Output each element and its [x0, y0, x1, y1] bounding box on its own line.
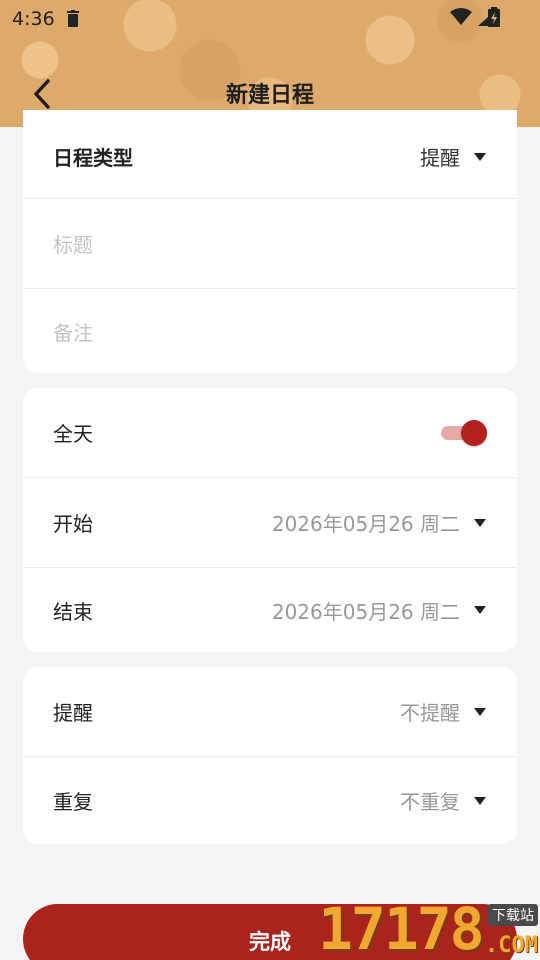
all-day-toggle[interactable]: [441, 419, 487, 446]
note-row[interactable]: 备注: [23, 289, 517, 373]
end-date-value: 2026年05月26 周二: [271, 599, 460, 624]
start-date-select[interactable]: 2026年05月26 周二: [272, 508, 487, 537]
start-label: 开始: [53, 512, 93, 536]
caret-down-icon: [474, 152, 486, 161]
note-input[interactable]: 备注: [53, 317, 93, 346]
reminder-label: 提醒: [53, 701, 93, 725]
repeat-label: 重复: [53, 790, 93, 814]
repeat-value: 不重复: [400, 790, 460, 814]
caret-down-icon: [474, 518, 486, 527]
repeat-select[interactable]: 不重复: [400, 786, 487, 815]
schedule-type-row[interactable]: 日程类型 提醒: [23, 110, 517, 199]
end-label: 结束: [53, 599, 93, 624]
reminder-select[interactable]: 不提醒: [400, 697, 487, 726]
caret-down-icon: [474, 707, 486, 716]
card-options: 提醒 不提醒 重复 不重复: [23, 667, 517, 844]
all-day-row[interactable]: 全天: [23, 388, 517, 478]
schedule-type-select[interactable]: 提醒: [420, 142, 487, 171]
schedule-type-value: 提醒: [420, 146, 460, 170]
schedule-type-label: 日程类型: [53, 146, 133, 170]
wifi-icon: [450, 8, 472, 25]
all-day-label: 全天: [53, 422, 93, 446]
battery-icon: [488, 7, 500, 27]
reminder-value: 不提醒: [400, 701, 460, 725]
reminder-row[interactable]: 提醒 不提醒: [23, 667, 517, 757]
start-date-value: 2026年05月26 周二: [271, 512, 460, 536]
done-button[interactable]: 完成: [23, 904, 517, 960]
caret-down-icon: [474, 796, 486, 805]
repeat-row[interactable]: 重复 不重复: [23, 757, 517, 844]
end-row[interactable]: 结束 2026年05月26 周二: [23, 568, 517, 652]
status-time: 4:36: [12, 8, 55, 30]
start-row[interactable]: 开始 2026年05月26 周二: [23, 478, 517, 568]
title-input[interactable]: 标题: [53, 229, 93, 258]
card-basic: 日程类型 提醒 标题 备注: [23, 110, 517, 373]
caret-down-icon: [474, 606, 486, 614]
trash-icon: [67, 10, 79, 27]
title-row[interactable]: 标题: [23, 199, 517, 289]
page-title: 新建日程: [225, 83, 314, 108]
card-time: 全天 开始 2026年05月26 周二 结束 2026年05月26 周二: [23, 388, 517, 652]
app-header: 4:36 新建日程: [0, 0, 540, 127]
toggle-thumb: [461, 419, 487, 446]
end-date-select[interactable]: 2026年05月26 周二: [272, 596, 487, 625]
